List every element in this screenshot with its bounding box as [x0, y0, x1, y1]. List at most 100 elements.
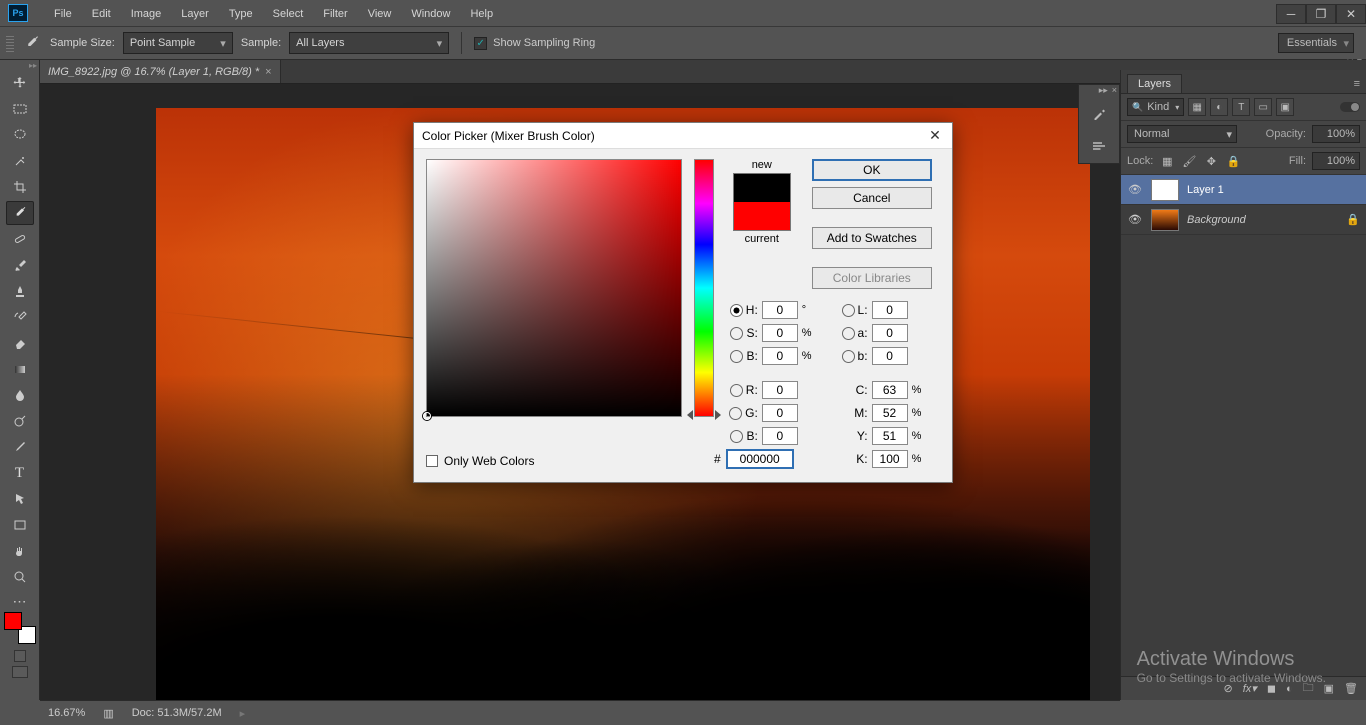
lab-b-input[interactable]: [872, 347, 908, 365]
path-select-tool[interactable]: [6, 487, 34, 511]
workspace-switcher[interactable]: Essentials: [1278, 33, 1354, 53]
crop-tool[interactable]: [6, 175, 34, 199]
current-color-swatch[interactable]: [734, 202, 790, 230]
hand-tool[interactable]: [6, 539, 34, 563]
visibility-toggle-icon[interactable]: 👁: [1127, 183, 1143, 196]
window-minimize-button[interactable]: ─: [1276, 4, 1306, 24]
b-radio[interactable]: B:: [722, 429, 758, 443]
menu-window[interactable]: Window: [401, 4, 460, 24]
bri-input[interactable]: [762, 347, 798, 365]
color-libraries-button[interactable]: Color Libraries: [812, 267, 932, 289]
hue-radio[interactable]: H:: [722, 303, 758, 317]
layer-name[interactable]: Layer 1: [1187, 184, 1360, 196]
blur-tool[interactable]: [6, 383, 34, 407]
foreground-color-swatch[interactable]: [4, 612, 22, 630]
dialog-titlebar[interactable]: Color Picker (Mixer Brush Color) ✕: [414, 123, 952, 149]
screen-mode-toggle[interactable]: [12, 666, 28, 678]
lasso-tool[interactable]: [6, 123, 34, 147]
filter-type-icon[interactable]: T: [1232, 98, 1250, 116]
hue-slider[interactable]: [694, 159, 714, 417]
cancel-button[interactable]: Cancel: [812, 187, 932, 209]
a-input[interactable]: [872, 324, 908, 342]
color-cursor[interactable]: [423, 412, 431, 420]
panel-menu-icon[interactable]: ≡: [1348, 75, 1366, 93]
sat-radio[interactable]: S:: [722, 326, 758, 340]
window-restore-button[interactable]: ❐: [1306, 4, 1336, 24]
menu-view[interactable]: View: [358, 4, 402, 24]
filter-pixel-icon[interactable]: ▦: [1188, 98, 1206, 116]
add-to-swatches-button[interactable]: Add to Swatches: [812, 227, 932, 249]
layer-name[interactable]: Background: [1187, 214, 1338, 226]
gradient-tool[interactable]: [6, 357, 34, 381]
l-input[interactable]: [872, 301, 908, 319]
quick-select-tool[interactable]: [6, 149, 34, 173]
filter-shape-icon[interactable]: ▭: [1254, 98, 1272, 116]
layer-thumbnail[interactable]: [1151, 179, 1179, 201]
menu-help[interactable]: Help: [460, 4, 503, 24]
only-web-colors-checkbox[interactable]: Only Web Colors: [426, 454, 534, 468]
lock-transparency-icon[interactable]: ▦: [1159, 153, 1175, 169]
shape-tool[interactable]: [6, 513, 34, 537]
sample-size-select[interactable]: Point Sample: [123, 32, 233, 54]
move-tool[interactable]: [6, 71, 34, 95]
r-radio[interactable]: R:: [722, 383, 758, 397]
blend-mode-select[interactable]: Normal: [1127, 125, 1237, 143]
layers-tab[interactable]: Layers: [1127, 74, 1182, 93]
filter-smart-icon[interactable]: ▣: [1276, 98, 1294, 116]
menu-image[interactable]: Image: [121, 4, 172, 24]
l-radio[interactable]: L:: [832, 303, 868, 317]
tools-expand-icon[interactable]: ▸▸: [0, 60, 39, 70]
opacity-input[interactable]: 100%: [1312, 125, 1360, 143]
options-gripper[interactable]: [6, 34, 14, 52]
foreground-background-swatch[interactable]: [4, 612, 36, 644]
r-input[interactable]: [762, 381, 798, 399]
marquee-tool[interactable]: [6, 97, 34, 121]
sample-select[interactable]: All Layers: [289, 32, 449, 54]
close-tab-icon[interactable]: ×: [265, 66, 271, 78]
status-preview-icon[interactable]: ▥: [103, 707, 113, 720]
lab-b-radio[interactable]: b:: [832, 349, 868, 363]
brush-tool[interactable]: [6, 253, 34, 277]
filter-kind-select[interactable]: 🔍Kind▾: [1127, 98, 1184, 116]
fill-input[interactable]: 100%: [1312, 152, 1360, 170]
brush-presets-panel-icon[interactable]: [1081, 131, 1117, 161]
dodge-tool[interactable]: [6, 409, 34, 433]
menu-select[interactable]: Select: [263, 4, 314, 24]
menu-type[interactable]: Type: [219, 4, 263, 24]
heal-tool[interactable]: [6, 227, 34, 251]
menu-filter[interactable]: Filter: [313, 4, 357, 24]
c-input[interactable]: [872, 381, 908, 399]
m-input[interactable]: [872, 404, 908, 422]
lock-position-icon[interactable]: ✥: [1203, 153, 1219, 169]
eraser-tool[interactable]: [6, 331, 34, 355]
y-input[interactable]: [872, 427, 908, 445]
lock-pixels-icon[interactable]: 🖌: [1181, 153, 1197, 169]
layer-row[interactable]: 👁 Layer 1: [1121, 175, 1366, 205]
hue-input[interactable]: [762, 301, 798, 319]
layer-thumbnail[interactable]: [1151, 209, 1179, 231]
type-tool[interactable]: T: [6, 461, 34, 485]
delete-layer-icon[interactable]: 🗑: [1344, 682, 1358, 695]
zoom-tool[interactable]: [6, 565, 34, 589]
current-tool-icon[interactable]: [22, 33, 42, 53]
stamp-tool[interactable]: [6, 279, 34, 303]
k-input[interactable]: [872, 450, 908, 468]
window-close-button[interactable]: ✕: [1336, 4, 1366, 24]
g-radio[interactable]: G:: [722, 406, 758, 420]
dock-close-icon[interactable]: ×: [1112, 85, 1117, 97]
quickmask-toggle[interactable]: [14, 650, 26, 662]
bri-radio[interactable]: B:: [722, 349, 758, 363]
menu-layer[interactable]: Layer: [171, 4, 219, 24]
visibility-toggle-icon[interactable]: 👁: [1127, 213, 1143, 226]
hex-input[interactable]: [727, 450, 793, 468]
dock-collapse-icon[interactable]: ▸▸: [1099, 85, 1108, 97]
menu-file[interactable]: File: [44, 4, 82, 24]
zoom-level[interactable]: 16.67%: [48, 707, 85, 719]
show-sampling-ring-checkbox[interactable]: ✓ Show Sampling Ring: [474, 37, 595, 50]
menu-edit[interactable]: Edit: [82, 4, 121, 24]
b-input[interactable]: [762, 427, 798, 445]
g-input[interactable]: [762, 404, 798, 422]
status-arrow-icon[interactable]: ▸: [240, 707, 246, 720]
filter-toggle[interactable]: [1340, 102, 1360, 112]
brush-panel-icon[interactable]: [1081, 99, 1117, 129]
